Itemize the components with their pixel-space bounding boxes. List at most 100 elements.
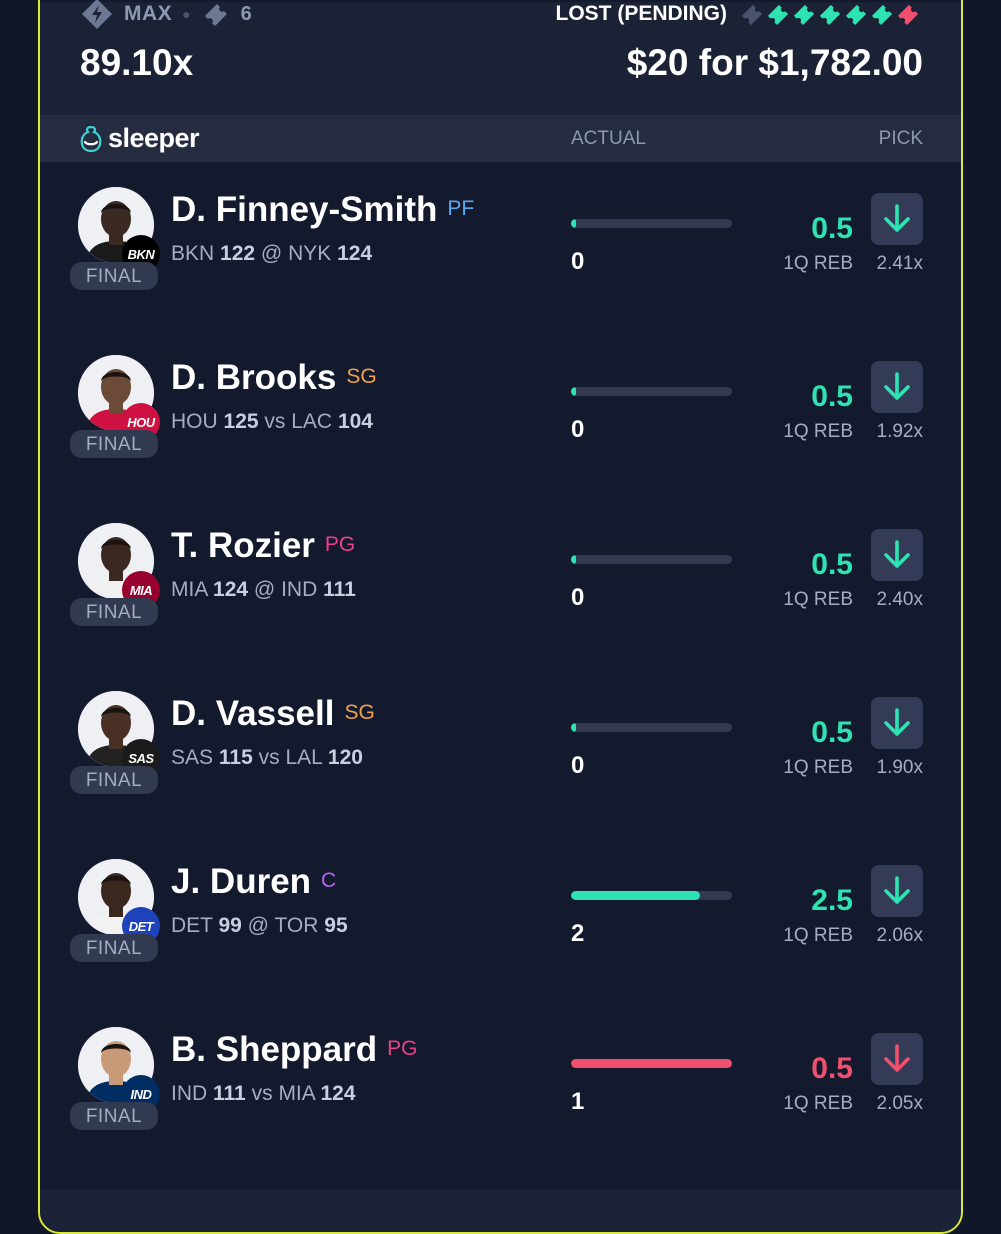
pick-odds: 2.40x bbox=[876, 589, 923, 610]
pick-line: 2.5 bbox=[811, 884, 853, 917]
arrow-down-icon bbox=[884, 1044, 910, 1072]
team2: MIA bbox=[278, 1082, 315, 1105]
player-position: PG bbox=[387, 1037, 418, 1060]
team1: MIA bbox=[171, 578, 208, 601]
sleeper-logo-icon bbox=[80, 125, 102, 152]
pick-odds: 2.06x bbox=[876, 925, 923, 946]
player-avatar: HOU bbox=[78, 355, 160, 441]
player-row[interactable]: SAS FINAL D. Vassell SG SAS 115 vs LAL 12… bbox=[40, 666, 961, 834]
stat-type: 1Q REB bbox=[783, 253, 853, 274]
game-score: MIA 124 @ IND 111 bbox=[171, 578, 356, 602]
game-status-pill: FINAL bbox=[70, 1102, 158, 1130]
sleeper-brand: sleeper bbox=[80, 123, 200, 154]
pick-odds: 2.41x bbox=[876, 253, 923, 274]
matchup-separator: vs bbox=[264, 410, 286, 433]
game-score: IND 111 vs MIA 124 bbox=[171, 1082, 356, 1106]
under-pick-button[interactable] bbox=[871, 1033, 923, 1085]
under-pick-button[interactable] bbox=[871, 697, 923, 749]
player-name[interactable]: D. Brooks bbox=[171, 358, 336, 397]
under-pick-button[interactable] bbox=[871, 529, 923, 581]
game-score: BKN 122 @ NYK 124 bbox=[171, 242, 372, 266]
stat-progress-fill bbox=[571, 387, 576, 396]
actual-value: 2 bbox=[571, 920, 585, 947]
player-name-line[interactable]: T. Rozier PG bbox=[171, 526, 355, 566]
actual-column-label: ACTUAL bbox=[571, 128, 646, 149]
score2: 111 bbox=[323, 578, 356, 601]
under-pick-button[interactable] bbox=[871, 361, 923, 413]
stat-progress-bar bbox=[571, 891, 732, 900]
team1: IND bbox=[171, 1082, 208, 1105]
score1: 125 bbox=[223, 410, 259, 433]
player-row[interactable]: DET FINAL J. Duren C DET 99 @ TOR 95 2 2.… bbox=[40, 834, 961, 1002]
pick-line: 0.5 bbox=[811, 380, 853, 413]
separator-dot: ● bbox=[182, 6, 191, 22]
team2: IND bbox=[281, 578, 318, 601]
matchup-separator: @ bbox=[253, 578, 276, 601]
actual-value: 1 bbox=[571, 1088, 585, 1115]
ticket-lost-icon bbox=[897, 4, 919, 25]
game-status-pill: FINAL bbox=[70, 598, 158, 626]
player-avatar: IND bbox=[78, 1027, 160, 1113]
player-name[interactable]: B. Sheppard bbox=[171, 1030, 377, 1069]
player-name[interactable]: D. Finney-Smith bbox=[171, 190, 437, 229]
stat-progress-bar bbox=[571, 1059, 732, 1068]
stat-type: 1Q REB bbox=[783, 1093, 853, 1114]
game-status-pill: FINAL bbox=[70, 262, 158, 290]
score2: 104 bbox=[337, 410, 373, 433]
stat-progress-fill bbox=[571, 723, 576, 732]
stat-progress-bar bbox=[571, 219, 732, 228]
game-score: SAS 115 vs LAL 120 bbox=[171, 746, 363, 770]
stat-type: 1Q REB bbox=[783, 421, 853, 442]
pick-odds: 1.90x bbox=[876, 757, 923, 778]
game-status-pill: FINAL bbox=[70, 430, 158, 458]
player-name-line[interactable]: B. Sheppard PG bbox=[171, 1030, 417, 1070]
pick-odds: 1.92x bbox=[876, 421, 923, 442]
entry-status: LOST (PENDING) bbox=[556, 2, 924, 26]
player-position: C bbox=[321, 869, 337, 892]
pick-line: 0.5 bbox=[811, 548, 853, 581]
score2: 124 bbox=[337, 242, 373, 265]
stat-progress-fill bbox=[571, 1059, 732, 1068]
team2: LAC bbox=[291, 410, 333, 433]
score1: 111 bbox=[213, 1082, 246, 1105]
ticket-results bbox=[741, 3, 923, 25]
player-row[interactable]: HOU FINAL D. Brooks SG HOU 125 vs LAC 104… bbox=[40, 330, 961, 498]
arrow-down-icon bbox=[884, 708, 910, 736]
player-avatar: DET bbox=[78, 859, 160, 945]
arrow-down-icon bbox=[884, 372, 910, 400]
under-pick-button[interactable] bbox=[871, 193, 923, 245]
stat-progress-fill bbox=[571, 555, 576, 564]
player-name-line[interactable]: D. Brooks SG bbox=[171, 358, 377, 398]
matchup-separator: @ bbox=[247, 914, 269, 937]
team2: LAL bbox=[285, 746, 323, 769]
pick-line: 0.5 bbox=[811, 212, 853, 245]
matchup-separator: vs bbox=[251, 1082, 273, 1105]
player-row[interactable]: BKN FINAL D. Finney-Smith PF BKN 122 @ NY… bbox=[40, 162, 961, 330]
player-position: SG bbox=[344, 701, 375, 724]
game-status-pill: FINAL bbox=[70, 766, 158, 794]
actual-value: 0 bbox=[571, 752, 585, 779]
player-name[interactable]: J. Duren bbox=[171, 862, 311, 901]
stat-progress-bar bbox=[571, 387, 732, 396]
player-row[interactable]: IND FINAL B. Sheppard PG IND 111 vs MIA 1… bbox=[40, 1002, 961, 1170]
player-row[interactable]: MIA FINAL T. Rozier PG MIA 124 @ IND 111 … bbox=[40, 498, 961, 666]
status-label: LOST (PENDING) bbox=[555, 2, 728, 25]
player-avatar: MIA bbox=[78, 523, 160, 609]
score1: 99 bbox=[218, 914, 242, 937]
player-name[interactable]: D. Vassell bbox=[171, 694, 334, 733]
player-avatar: SAS bbox=[78, 691, 160, 777]
score2: 124 bbox=[320, 1082, 356, 1105]
player-position: SG bbox=[346, 365, 377, 388]
pick-column-label: PICK bbox=[878, 128, 923, 149]
under-pick-button[interactable] bbox=[871, 865, 923, 917]
matchup-separator: @ bbox=[260, 242, 283, 265]
player-name-line[interactable]: J. Duren C bbox=[171, 862, 336, 902]
entry-header: MAX ● 6 89.10x LOST (PENDING) $20 for $1… bbox=[40, 0, 961, 115]
score2: 120 bbox=[327, 746, 363, 769]
score2: 95 bbox=[324, 914, 348, 937]
player-name-line[interactable]: D. Finney-Smith PF bbox=[171, 190, 474, 230]
player-name-line[interactable]: D. Vassell SG bbox=[171, 694, 375, 734]
actual-value: 0 bbox=[571, 584, 585, 611]
stat-progress-bar bbox=[571, 723, 732, 732]
player-name[interactable]: T. Rozier bbox=[171, 526, 315, 565]
